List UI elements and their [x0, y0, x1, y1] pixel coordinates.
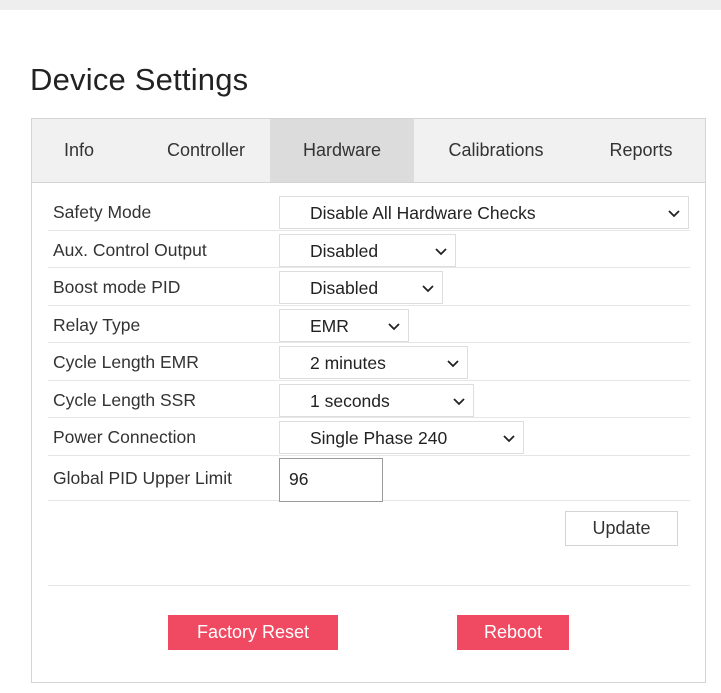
cycle-length-emr-value: 2 minutes [310, 353, 386, 373]
relay-type-label: Relay Type [53, 314, 141, 335]
chevron-down-icon [503, 435, 515, 443]
tab-info[interactable]: Info [50, 119, 108, 182]
tab-controller[interactable]: Controller [140, 119, 272, 182]
setting-row-aux-control-output: Aux. Control Output Disabled [48, 231, 690, 268]
safety-mode-select[interactable]: Disable All Hardware Checks [279, 196, 689, 229]
relay-type-value: EMR [310, 315, 349, 336]
setting-row-relay-type: Relay Type EMR [48, 306, 690, 343]
chevron-down-icon [422, 285, 434, 293]
relay-type-select[interactable]: EMR [279, 308, 409, 342]
setting-row-boost-mode-pid: Boost mode PID Disabled [48, 268, 690, 306]
cycle-length-emr-label: Cycle Length EMR [53, 352, 199, 372]
setting-row-safety-mode: Safety Mode Disable All Hardware Checks [48, 193, 690, 231]
cycle-length-ssr-value: 1 seconds [310, 390, 390, 411]
tab-hardware[interactable]: Hardware [270, 119, 414, 182]
aux-control-output-select[interactable]: Disabled [279, 233, 456, 267]
cycle-length-ssr-select[interactable]: 1 seconds [279, 383, 474, 417]
cycle-length-emr-select[interactable]: 2 minutes [279, 346, 468, 379]
boost-mode-pid-value: Disabled [310, 278, 379, 298]
aux-control-output-value: Disabled [310, 240, 379, 261]
factory-reset-button[interactable]: Factory Reset [168, 615, 338, 650]
aux-control-output-label: Aux. Control Output [53, 239, 207, 260]
reboot-button[interactable]: Reboot [457, 615, 569, 650]
top-strip [0, 0, 721, 10]
global-pid-upper-limit-label: Global PID Upper Limit [53, 467, 232, 488]
tab-bar: Info Controller Hardware Calibrations Re… [32, 119, 705, 183]
setting-row-power-connection: Power Connection Single Phase 240 [48, 418, 690, 456]
boost-mode-pid-select[interactable]: Disabled [279, 271, 443, 304]
hardware-settings-table: Safety Mode Disable All Hardware Checks … [48, 193, 690, 502]
setting-row-cycle-length-ssr: Cycle Length SSR 1 seconds [48, 381, 690, 418]
setting-row-cycle-length-emr: Cycle Length EMR 2 minutes [48, 343, 690, 381]
chevron-down-icon [447, 360, 459, 368]
tab-calibrations[interactable]: Calibrations [414, 119, 578, 182]
safety-mode-value: Disable All Hardware Checks [310, 203, 536, 223]
chevron-down-icon [453, 397, 465, 405]
update-button[interactable]: Update [565, 511, 678, 546]
setting-row-global-pid-upper-limit: Global PID Upper Limit [48, 456, 690, 502]
cycle-length-ssr-label: Cycle Length SSR [53, 389, 196, 410]
page-title: Device Settings [30, 62, 249, 97]
boost-mode-pid-label: Boost mode PID [53, 277, 181, 297]
power-connection-label: Power Connection [53, 427, 196, 447]
section-divider [48, 585, 690, 586]
safety-mode-label: Safety Mode [53, 202, 152, 222]
power-connection-select[interactable]: Single Phase 240 [279, 421, 524, 454]
power-connection-value: Single Phase 240 [310, 428, 448, 448]
global-pid-upper-limit-input[interactable] [279, 457, 383, 502]
chevron-down-icon [668, 210, 680, 218]
tab-reports[interactable]: Reports [592, 119, 690, 182]
chevron-down-icon [435, 247, 447, 255]
settings-panel: Info Controller Hardware Calibrations Re… [31, 118, 706, 683]
chevron-down-icon [388, 322, 400, 330]
